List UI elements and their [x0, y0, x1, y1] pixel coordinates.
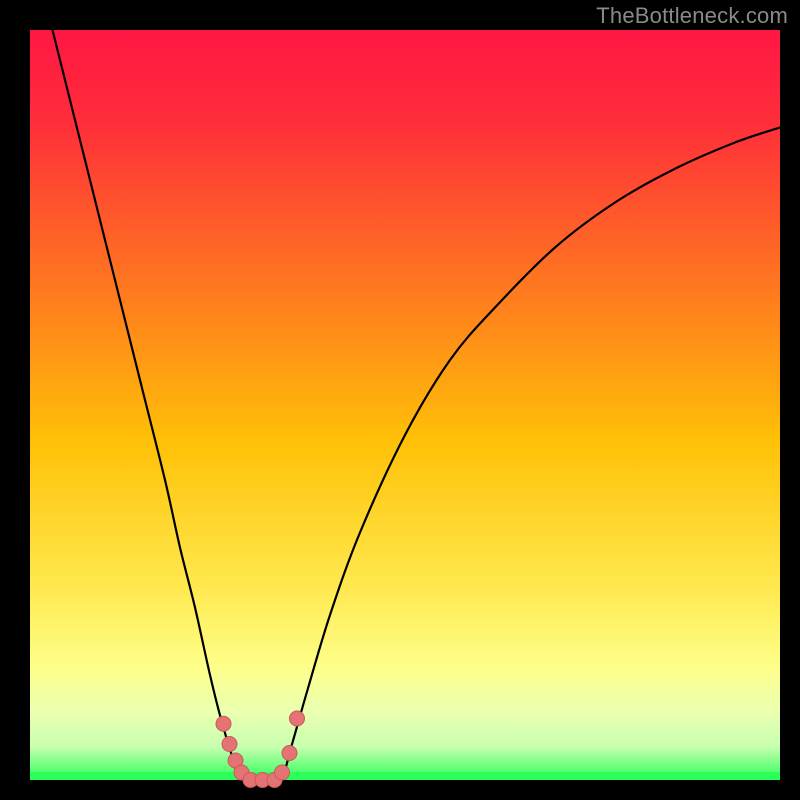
- bottleneck-curve-chart: [0, 0, 800, 800]
- chart-container: TheBottleneck.com: [0, 0, 800, 800]
- highlight-marker: [222, 737, 237, 752]
- highlight-marker: [290, 711, 305, 726]
- watermark-text: TheBottleneck.com: [596, 3, 788, 29]
- highlight-marker: [275, 765, 290, 780]
- highlight-marker: [282, 746, 297, 761]
- highlight-marker: [216, 716, 231, 731]
